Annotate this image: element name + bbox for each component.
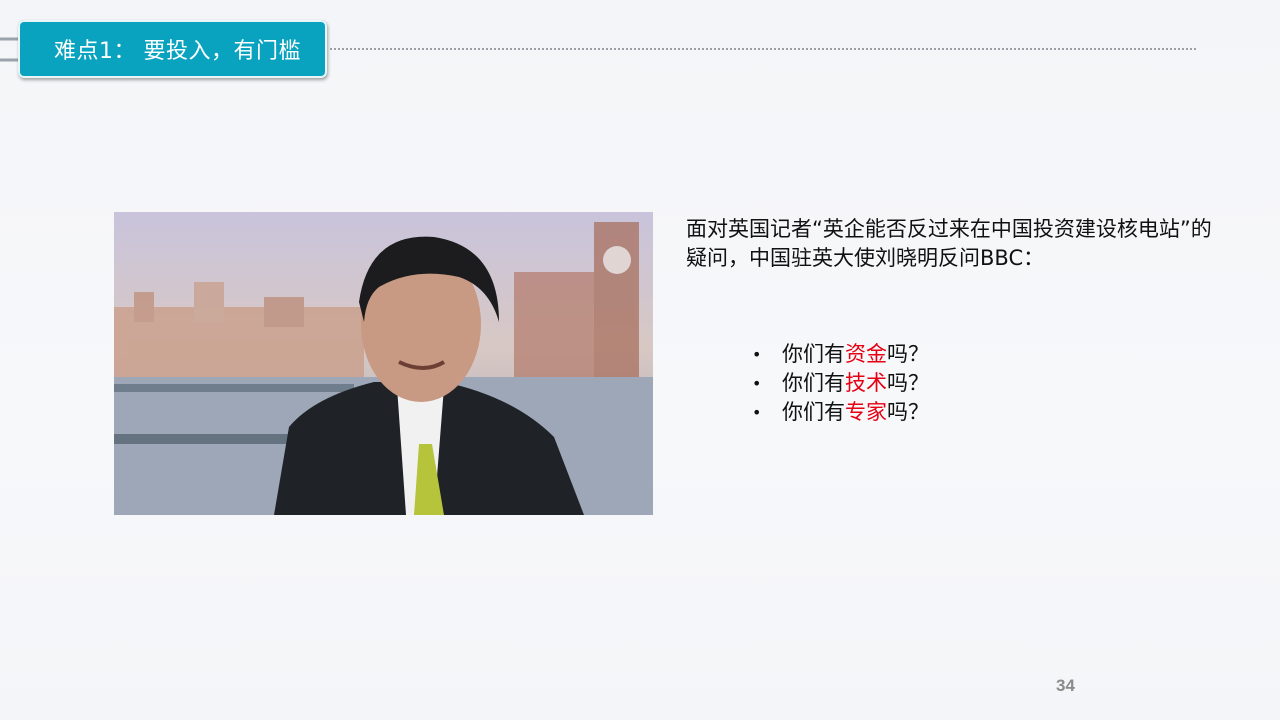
question-highlight: 技术 (845, 371, 887, 395)
slide-title: 难点1： 要投入，有门槛 (54, 39, 301, 64)
question-list: • 你们有 资金 吗？ • 你们有 技术 吗？ • 你们有 专家 吗？ (752, 340, 929, 427)
page-number: 34 (1056, 676, 1075, 695)
question-highlight: 资金 (845, 342, 887, 366)
question-suffix: 吗？ (887, 342, 929, 366)
quote-text: 面对英国记者“英企能否反过来在中国投资建设核电站”的疑问，中国驻英大使刘晓明反问… (686, 217, 1212, 270)
question-prefix: 你们有 (782, 371, 845, 395)
list-item: • 你们有 专家 吗？ (752, 398, 929, 427)
question-prefix: 你们有 (782, 400, 845, 424)
question-suffix: 吗？ (887, 400, 929, 424)
interview-photo (114, 212, 653, 515)
list-item: • 你们有 资金 吗？ (752, 340, 929, 369)
title-divider (330, 48, 1196, 50)
bullet-icon: • (752, 374, 762, 393)
list-item: • 你们有 技术 吗？ (752, 369, 929, 398)
question-prefix: 你们有 (782, 342, 845, 366)
slide-title-tab: 难点1： 要投入，有门槛 (18, 20, 327, 78)
question-highlight: 专家 (845, 400, 887, 424)
bullet-icon: • (752, 403, 762, 422)
question-suffix: 吗？ (887, 371, 929, 395)
bullet-icon: • (752, 345, 762, 364)
